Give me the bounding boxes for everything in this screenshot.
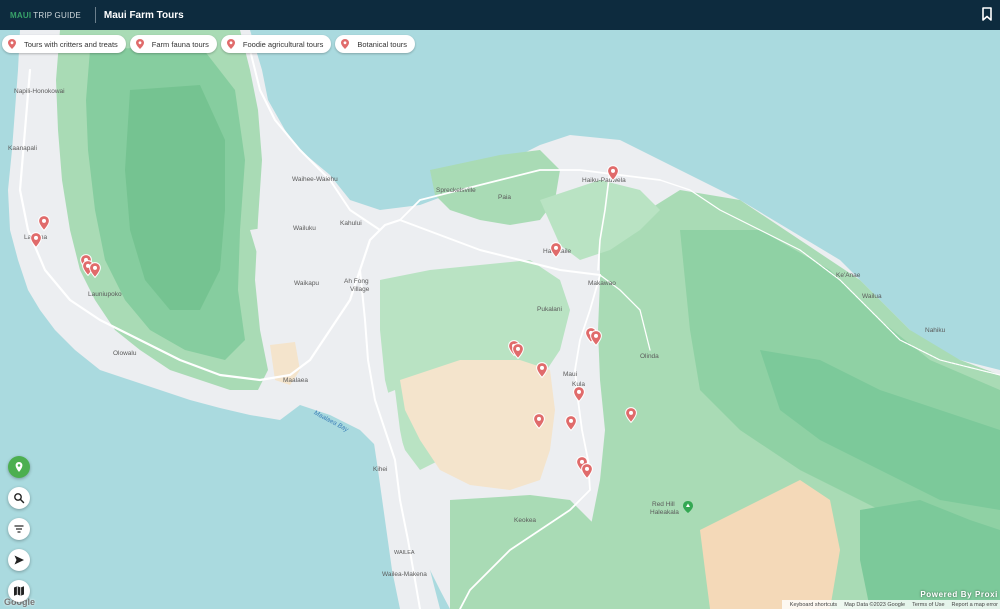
tour-pin-icon[interactable]: [30, 232, 42, 248]
place-haleakala: Haleakala: [650, 509, 679, 516]
place-pukalani: Pukalani: [537, 306, 562, 313]
place-village: Village: [350, 286, 370, 293]
place-olinda: Olinda: [640, 353, 659, 360]
map-layers-button[interactable]: [8, 580, 30, 602]
search-icon: [14, 493, 25, 504]
tour-pin-icon[interactable]: [533, 413, 545, 429]
place-keanae: Ke'Anae: [836, 272, 861, 279]
tour-pin-icon[interactable]: [38, 215, 50, 231]
place-spreckelsville: Spreckelsville: [436, 187, 476, 194]
tour-pin-icon[interactable]: [625, 407, 637, 423]
search-button[interactable]: [8, 487, 30, 509]
place-wailuku: Wailuku: [293, 225, 316, 232]
filter-icon: [14, 525, 24, 533]
park-pin-icon[interactable]: [683, 501, 693, 513]
chip-botanical[interactable]: Botanical tours: [335, 35, 415, 53]
map-data-credit: Map Data ©2023 Google: [844, 601, 906, 608]
place-launiupoko: Launiupoko: [88, 291, 122, 298]
place-keokea: Keokea: [514, 517, 537, 524]
place-ahfong: Ah Fong: [344, 278, 369, 285]
top-bar: MAUI TRIP GUIDE Maui Farm Tours: [0, 0, 1000, 30]
keyboard-shortcuts-link[interactable]: Keyboard shortcuts: [790, 602, 837, 608]
place-haiku: Haiku-Pauwela: [582, 177, 626, 184]
place-napili: Napili-Honokowai: [14, 88, 65, 95]
chip-foodie-agricultural[interactable]: Foodie agricultural tours: [220, 35, 332, 53]
chip-critters-treats[interactable]: Tours with critters and treats: [2, 35, 126, 53]
chip-label: Farm fauna tours: [151, 39, 209, 49]
chip-label: Tours with critters and treats: [24, 39, 118, 49]
map-layer: [0, 30, 1000, 609]
tour-pin-icon[interactable]: [550, 242, 562, 258]
tour-pin-icon[interactable]: [89, 262, 101, 278]
map-pin-icon: [135, 39, 144, 49]
map-pin-icon: [226, 39, 235, 49]
place-red-hill: Red Hill: [652, 501, 675, 508]
place-waihee: Waihee-Waiehu: [292, 176, 338, 183]
place-maalaea: Maalaea: [283, 377, 308, 384]
map-tools: [8, 456, 30, 602]
place-wailea-makena: Wailea-Makena: [382, 571, 427, 578]
place-waikapu: Waikapu: [294, 280, 320, 287]
map-app: MAUI TRIP GUIDE Maui Farm Tours Napili-H…: [0, 0, 1000, 609]
terms-link[interactable]: Terms of Use: [912, 602, 944, 608]
map-icon: [14, 586, 24, 596]
place-kaanapali: Kaanapali: [8, 145, 37, 152]
map-pin-icon: [341, 39, 350, 49]
place-maui: Maui: [563, 371, 578, 378]
maui-trip-guide-logo[interactable]: MAUI TRIP GUIDE: [10, 0, 81, 30]
bookmark-icon[interactable]: [982, 7, 992, 21]
locate-button[interactable]: [8, 456, 30, 478]
directions-button[interactable]: [8, 549, 30, 571]
pin-icon: [15, 462, 23, 472]
category-chips: Tours with critters and treats Farm faun…: [2, 35, 415, 53]
map-attribution: Keyboard shortcuts Map Data ©2023 Google…: [781, 600, 1000, 609]
place-kihei: Kihei: [373, 466, 388, 473]
chip-label: Botanical tours: [357, 39, 407, 49]
place-olowalu: Olowalu: [113, 350, 137, 357]
place-wailua: Wailua: [862, 293, 882, 300]
filter-button[interactable]: [8, 518, 30, 540]
tour-pin-icon[interactable]: [512, 343, 524, 359]
page-title: Maui Farm Tours: [103, 9, 184, 21]
navigate-icon: [14, 555, 24, 565]
place-nahiku: Nahiku: [925, 327, 946, 334]
report-error-link[interactable]: Report a map error: [952, 602, 998, 608]
tour-pin-icon[interactable]: [607, 165, 619, 181]
tour-pin-icon[interactable]: [581, 463, 593, 479]
tour-pin-icon[interactable]: [590, 330, 602, 346]
chip-farm-fauna[interactable]: Farm fauna tours: [129, 35, 217, 53]
map-canvas[interactable]: Napili-Honokowai Kaanapali Lahaina Launi…: [0, 30, 1000, 609]
logo-maui-text: MAUI: [10, 10, 32, 20]
place-wailea: WAILEA: [394, 550, 415, 556]
map-pin-icon: [8, 39, 16, 49]
logo-trip-text: TRIP GUIDE: [33, 10, 81, 20]
tour-pin-icon[interactable]: [565, 415, 577, 431]
place-kahului: Kahului: [340, 220, 362, 227]
place-makawao: Makawao: [588, 280, 616, 287]
tour-pin-icon[interactable]: [536, 362, 548, 378]
tour-pin-icon[interactable]: [573, 386, 585, 402]
place-paia: Paia: [498, 194, 512, 201]
powered-by-proxi[interactable]: Powered By Proxi: [920, 590, 998, 599]
header-divider: [94, 7, 96, 23]
chip-label: Foodie agricultural tours: [242, 39, 324, 49]
